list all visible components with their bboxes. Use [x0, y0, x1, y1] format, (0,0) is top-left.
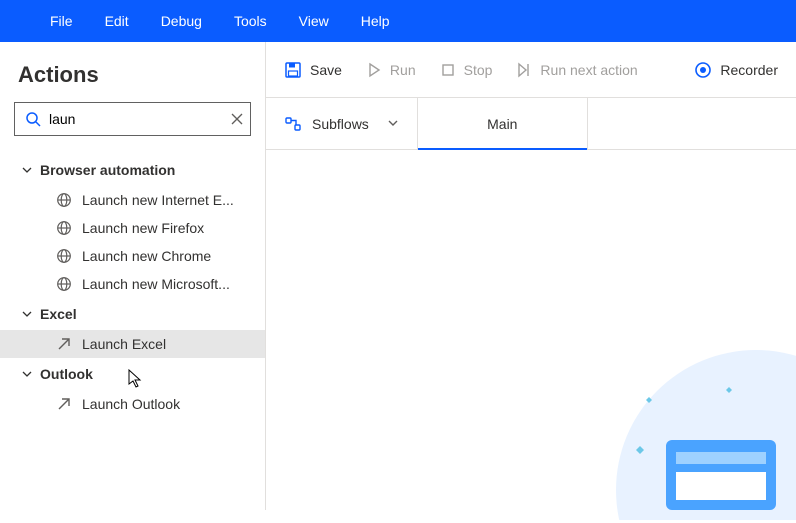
menu-tools[interactable]: Tools — [234, 13, 267, 29]
recorder-label: Recorder — [720, 62, 778, 78]
tab-row: Subflows Main — [266, 98, 796, 150]
chevron-down-icon — [22, 369, 32, 379]
menu-debug[interactable]: Debug — [161, 13, 202, 29]
action-label: Launch new Chrome — [82, 248, 211, 264]
action-launch-chrome[interactable]: Launch new Chrome — [0, 242, 265, 270]
recorder-button[interactable]: Recorder — [694, 61, 778, 79]
search-input[interactable] — [49, 111, 230, 127]
run-next-button[interactable]: Run next action — [516, 62, 637, 78]
chevron-down-icon — [387, 116, 399, 132]
action-label: Launch new Internet E... — [82, 192, 234, 208]
menu-file[interactable]: File — [50, 13, 73, 29]
subflows-dropdown[interactable]: Subflows — [266, 98, 418, 149]
globe-icon — [56, 220, 72, 236]
chevron-down-icon — [22, 165, 32, 175]
action-launch-edge[interactable]: Launch new Microsoft... — [0, 270, 265, 298]
subflows-label: Subflows — [312, 116, 369, 132]
stop-icon — [440, 62, 456, 78]
group-outlook[interactable]: Outlook — [0, 358, 265, 390]
group-label: Excel — [40, 306, 77, 322]
tab-main[interactable]: Main — [418, 98, 588, 149]
action-label: Launch new Microsoft... — [82, 276, 230, 292]
illustration — [606, 340, 796, 520]
main-pane: Save Run Stop Run next action — [266, 42, 796, 510]
subflows-icon — [284, 115, 302, 133]
save-label: Save — [310, 62, 342, 78]
globe-icon — [56, 276, 72, 292]
run-next-label: Run next action — [540, 62, 637, 78]
save-button[interactable]: Save — [284, 61, 342, 79]
search-icon — [25, 111, 41, 127]
globe-icon — [56, 248, 72, 264]
group-label: Browser automation — [40, 162, 175, 178]
chevron-down-icon — [22, 309, 32, 319]
play-icon — [366, 62, 382, 78]
globe-icon — [56, 192, 72, 208]
tab-label: Main — [487, 116, 517, 132]
actions-sidebar: Actions Browser automation Launch new In… — [0, 42, 266, 510]
action-label: Launch Excel — [82, 336, 166, 352]
step-icon — [516, 62, 532, 78]
search-box[interactable] — [14, 102, 251, 136]
action-launch-firefox[interactable]: Launch new Firefox — [0, 214, 265, 242]
menu-view[interactable]: View — [299, 13, 329, 29]
stop-label: Stop — [464, 62, 493, 78]
save-icon — [284, 61, 302, 79]
clear-icon[interactable] — [230, 112, 244, 126]
record-icon — [694, 61, 712, 79]
menubar: File Edit Debug Tools View Help — [0, 0, 796, 42]
run-button[interactable]: Run — [366, 62, 416, 78]
run-label: Run — [390, 62, 416, 78]
group-label: Outlook — [40, 366, 93, 382]
arrow-out-icon — [56, 396, 72, 412]
arrow-out-icon — [56, 336, 72, 352]
action-label: Launch Outlook — [82, 396, 180, 412]
action-launch-outlook[interactable]: Launch Outlook — [0, 390, 265, 418]
action-launch-ie[interactable]: Launch new Internet E... — [0, 186, 265, 214]
menu-edit[interactable]: Edit — [105, 13, 129, 29]
action-launch-excel[interactable]: Launch Excel — [0, 330, 265, 358]
stop-button[interactable]: Stop — [440, 62, 493, 78]
toolbar: Save Run Stop Run next action — [266, 42, 796, 98]
action-label: Launch new Firefox — [82, 220, 204, 236]
menu-help[interactable]: Help — [361, 13, 390, 29]
group-excel[interactable]: Excel — [0, 298, 265, 330]
group-browser-automation[interactable]: Browser automation — [0, 154, 265, 186]
sidebar-title: Actions — [0, 56, 265, 102]
